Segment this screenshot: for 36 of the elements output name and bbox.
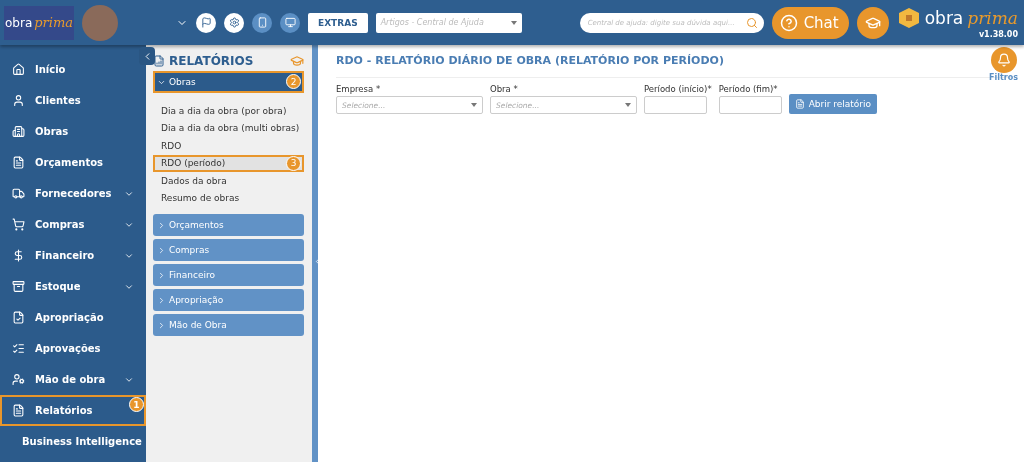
sidebar-item[interactable]: Financeiro <box>0 240 146 271</box>
field-label: Empresa * <box>336 84 382 94</box>
sidebar-item[interactable]: Fornecedores <box>0 178 146 209</box>
sidebar-item[interactable]: Obras <box>0 116 146 147</box>
step-badge: 3 <box>286 155 301 171</box>
sidebar-item[interactable]: Apropriação <box>0 302 146 333</box>
sidebar-item[interactable]: Compras <box>0 209 146 240</box>
report-link[interactable]: RDO (período) 3 <box>153 154 304 172</box>
report-link[interactable]: Dados da obra <box>153 172 231 190</box>
field-label: Período (fim)* <box>718 84 779 94</box>
sidebar-item[interactable]: Estoque <box>0 271 146 302</box>
page-title: RDO - RELATÓRIO DIÁRIO DE OBRA (RELATÓRIO POR PERÍODO) <box>336 54 724 69</box>
sidebar-item[interactable]: Relatórios 1 <box>0 395 146 426</box>
field-label: Período (início)* <box>644 84 712 94</box>
report-link[interactable]: Resumo de obras <box>153 189 244 207</box>
sidebar-item[interactable]: Business Intelligence <box>0 426 146 457</box>
step-badge: 1 <box>129 397 144 412</box>
logo-script: prima <box>34 15 73 30</box>
sidebar-item[interactable]: Mão de obra <box>0 364 146 395</box>
version-label: v1.38.00 <box>978 30 1018 39</box>
logo-word: obra <box>5 15 33 30</box>
sidebar-item[interactable]: Aprovações <box>0 333 146 364</box>
logo[interactable]: obra prima <box>4 5 74 40</box>
step-badge: 2 <box>286 74 301 89</box>
report-link[interactable]: Dia a dia da obra (multi obras) <box>153 119 304 137</box>
report-group[interactable]: Obras 2 <box>153 71 304 93</box>
report-link[interactable]: Dia a dia da obra (por obra) <box>153 102 291 120</box>
brand-script: prima <box>967 8 1018 28</box>
field-label: Obra * <box>490 84 519 94</box>
brand-word: obra <box>924 8 964 28</box>
sidebar-item[interactable]: Clientes <box>0 85 146 116</box>
sidebar-item[interactable]: Início <box>0 54 146 85</box>
panel-title: RELATÓRIOS <box>169 53 255 68</box>
sidebar-item[interactable]: Orçamentos <box>0 147 146 178</box>
extras-button[interactable]: EXTRAS <box>308 12 368 33</box>
report-link[interactable]: RDO <box>153 137 186 155</box>
